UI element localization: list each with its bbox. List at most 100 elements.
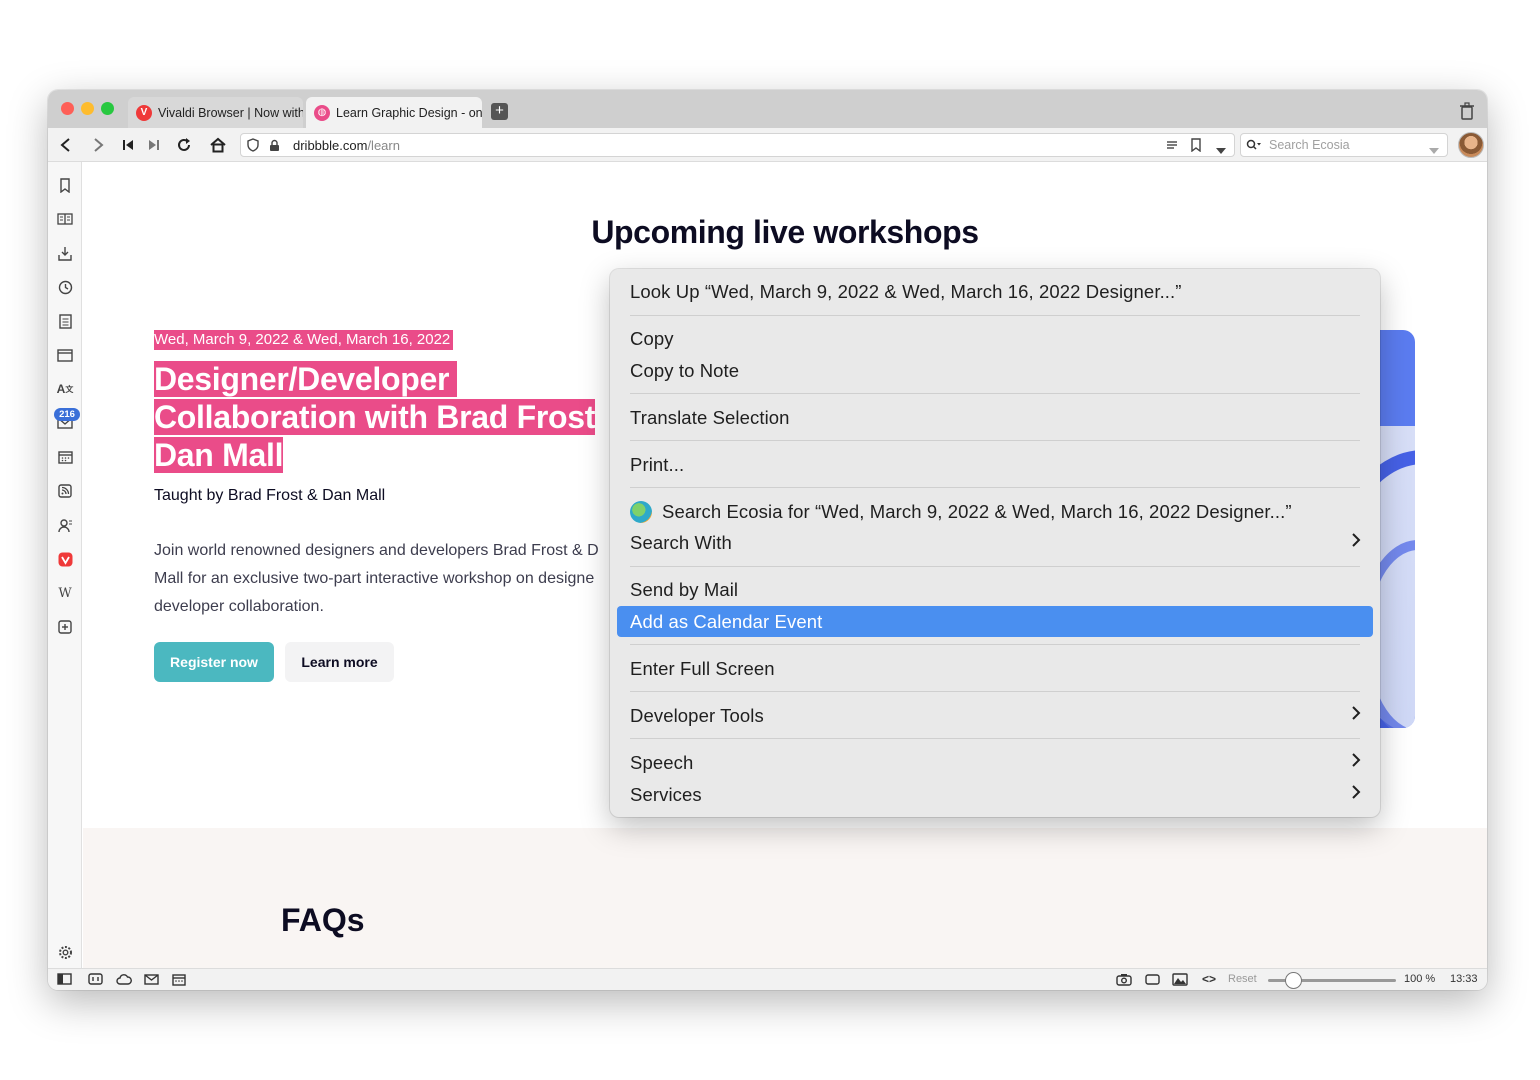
bookmarks-panel-icon[interactable] [56, 176, 74, 194]
window-panel-icon[interactable] [56, 346, 74, 364]
learn-more-button[interactable]: Learn more [285, 642, 394, 682]
menu-separator [630, 644, 1360, 645]
menu-item-search-ecosia[interactable]: Search Ecosia for “Wed, March 9, 2022 & … [617, 496, 1373, 527]
workshop-description: Join world renowned designers and develo… [154, 537, 609, 621]
search-ecosia-label: Search Ecosia for “Wed, March 9, 2022 & … [662, 500, 1292, 522]
title-line-3: Dan Mall [154, 437, 284, 473]
reading-list-icon[interactable] [56, 210, 74, 228]
url-field[interactable]: dribbble.com/learn [240, 133, 1235, 157]
menu-item-enter-full-screen[interactable]: Enter Full Screen [617, 653, 1373, 684]
page-heading: Upcoming live workshops [591, 214, 979, 250]
workshop-date: Wed, March 9, 2022 & Wed, March 16, 2022 [154, 330, 454, 350]
forward-button[interactable] [86, 133, 110, 157]
tab-tiling-icon[interactable] [88, 973, 103, 988]
title-line-2: Collaboration with Brad Frost [154, 399, 596, 435]
tab-vivaldi[interactable]: V Vivaldi Browser | Now with [128, 97, 303, 128]
menu-separator [630, 487, 1360, 488]
menu-separator [630, 315, 1360, 316]
calendar-status-icon[interactable] [172, 973, 186, 989]
faq-heading: FAQs [281, 902, 365, 938]
lock-icon [269, 139, 283, 152]
menu-item-look-up[interactable]: Look Up “Wed, March 9, 2022 & Wed, March… [617, 276, 1373, 307]
panel-toggle-icon[interactable] [57, 973, 72, 988]
sync-cloud-icon[interactable] [116, 974, 132, 988]
menu-separator [630, 566, 1360, 567]
history-icon[interactable] [56, 278, 74, 296]
menu-item-services[interactable]: Services [617, 779, 1373, 810]
tab-title: Learn Graphic Design - on [336, 105, 482, 120]
trash-icon[interactable] [1459, 102, 1475, 120]
vivaldi-panel-icon[interactable] [56, 550, 74, 568]
close-window-button[interactable] [61, 102, 74, 115]
search-engine-dropdown-icon[interactable] [1429, 143, 1439, 157]
calendar-icon[interactable] [56, 448, 74, 466]
address-toolbar: dribbble.com/learn Search Ecosia [48, 128, 1487, 162]
menu-item-translate-selection[interactable]: Translate Selection [617, 402, 1373, 433]
status-bar: <> Reset 100 % 13:33 [48, 968, 1487, 990]
page-actions-icon[interactable]: <> [1202, 972, 1216, 986]
images-toggle-icon[interactable] [1172, 973, 1188, 989]
chevron-right-icon [1351, 532, 1361, 553]
menu-item-developer-tools[interactable]: Developer Tools [617, 700, 1373, 731]
zoom-slider[interactable] [1268, 972, 1396, 989]
menu-item-search-with[interactable]: Search With [617, 527, 1373, 558]
menu-separator [630, 393, 1360, 394]
chevron-right-icon [1351, 784, 1361, 805]
menu-item-send-by-mail[interactable]: Send by Mail [617, 574, 1373, 605]
new-tab-button[interactable]: + [491, 103, 508, 120]
zoom-window-button[interactable] [101, 102, 114, 115]
tab-dribbble[interactable]: ◍ Learn Graphic Design - on [306, 97, 482, 128]
menu-item-copy-to-note[interactable]: Copy to Note [617, 355, 1373, 386]
tab-bar: V Vivaldi Browser | Now with ◍ Learn Gra… [48, 90, 1487, 128]
reload-button[interactable] [172, 133, 196, 157]
wikipedia-icon[interactable]: W [56, 584, 74, 602]
feeds-icon[interactable] [56, 482, 74, 500]
minimize-window-button[interactable] [81, 102, 94, 115]
contacts-icon[interactable] [56, 516, 74, 534]
fast-forward-button[interactable] [142, 133, 166, 157]
add-panel-icon[interactable] [56, 618, 74, 636]
bookmark-icon[interactable] [1190, 138, 1202, 155]
rewind-button[interactable] [116, 133, 140, 157]
services-label: Services [630, 783, 702, 805]
menu-separator [630, 738, 1360, 739]
menu-separator [630, 691, 1360, 692]
back-button[interactable] [54, 133, 78, 157]
search-icon [1246, 139, 1264, 151]
tab-title: Vivaldi Browser | Now with [158, 105, 303, 120]
menu-item-speech[interactable]: Speech [617, 747, 1373, 778]
profile-avatar[interactable] [1458, 132, 1484, 158]
window-mode-icon[interactable] [1145, 974, 1160, 988]
menu-item-copy[interactable]: Copy [617, 323, 1373, 354]
translate-icon[interactable]: A文 [56, 380, 74, 398]
shield-icon[interactable] [247, 138, 261, 152]
description-line: developer collaboration. [154, 598, 324, 615]
home-button[interactable] [206, 133, 230, 157]
description-line: Mall for an exclusive two-part interacti… [154, 570, 595, 587]
zoom-slider-thumb[interactable] [1285, 972, 1302, 989]
search-field[interactable]: Search Ecosia [1240, 133, 1448, 157]
context-menu: Look Up “Wed, March 9, 2022 & Wed, March… [610, 269, 1380, 817]
ecosia-icon [630, 500, 652, 523]
settings-gear-icon[interactable] [56, 943, 74, 961]
speech-label: Speech [630, 751, 694, 773]
downloads-icon[interactable] [56, 244, 74, 262]
menu-item-print[interactable]: Print... [617, 449, 1373, 480]
zoom-reset-button[interactable]: Reset [1228, 973, 1257, 985]
developer-tools-label: Developer Tools [630, 704, 764, 726]
menu-separator [630, 440, 1360, 441]
mail-status-icon[interactable] [144, 974, 159, 988]
mail-badge: 216 [54, 408, 80, 421]
menu-item-add-calendar-event[interactable]: Add as Calendar Event [617, 606, 1373, 637]
reader-view-icon[interactable] [1166, 139, 1178, 154]
clock: 13:33 [1450, 973, 1478, 985]
register-now-button[interactable]: Register now [154, 642, 274, 682]
chevron-right-icon [1351, 752, 1361, 773]
screenshot-camera-icon[interactable] [1116, 973, 1132, 989]
taught-by: Taught by Brad Frost & Dan Mall [154, 487, 386, 504]
workshop-title[interactable]: Designer/Developer Collaboration with Br… [154, 360, 595, 474]
dribbble-icon: ◍ [314, 104, 330, 121]
notes-icon[interactable] [56, 312, 74, 330]
dropdown-icon[interactable] [1216, 142, 1226, 157]
search-with-label: Search With [630, 531, 732, 553]
